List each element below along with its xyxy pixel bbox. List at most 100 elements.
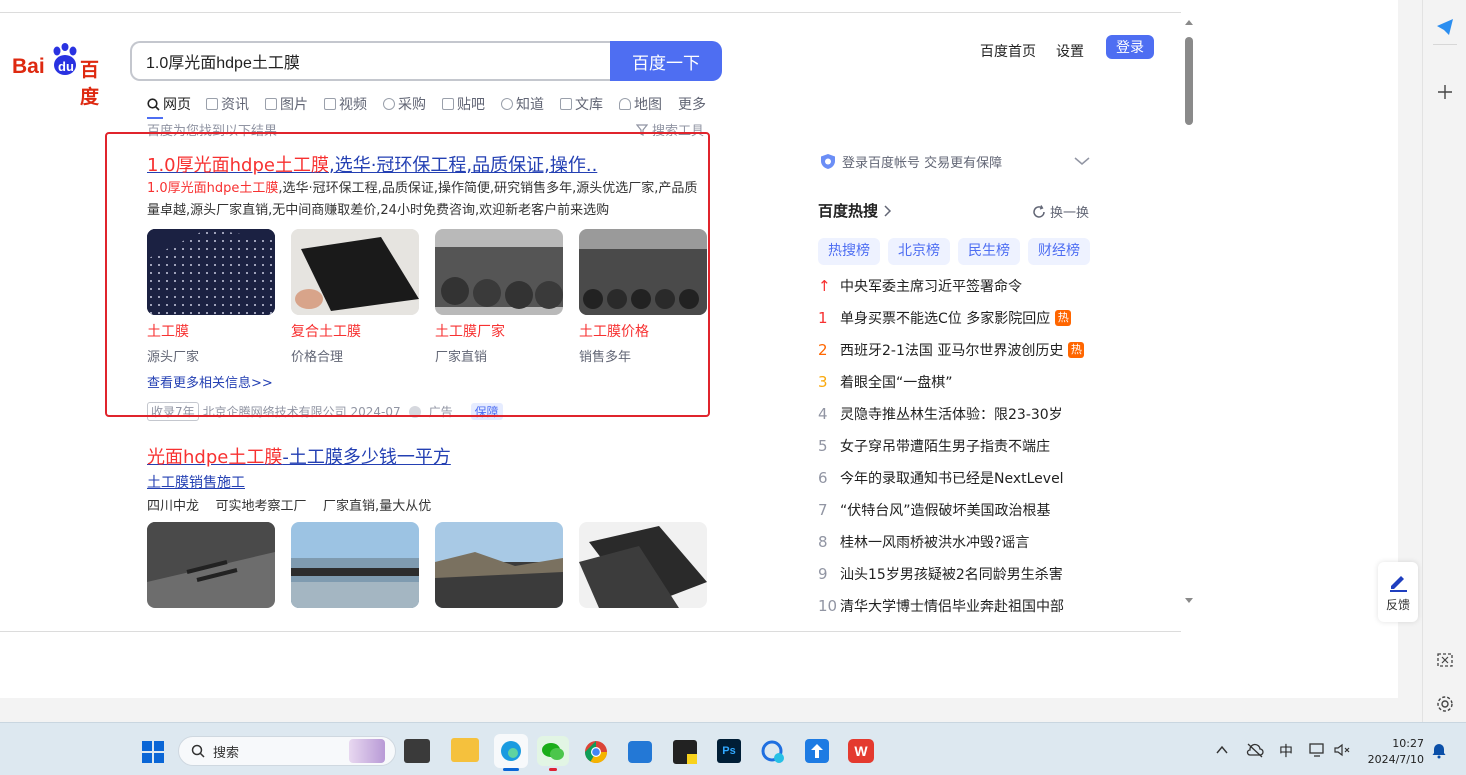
logo-text-right: 百度 bbox=[80, 60, 100, 108]
hot-search-item[interactable]: 5 女子穿吊带遭陌生男子指责不端庄 bbox=[818, 436, 1050, 456]
document-icon bbox=[560, 98, 572, 110]
sheet-samples-image bbox=[579, 522, 707, 608]
tab-label: 采购 bbox=[398, 97, 426, 113]
notes-icon-fold bbox=[687, 754, 697, 764]
home-link[interactable]: 百度首页 bbox=[980, 41, 1036, 61]
hot-text: 桂林一风雨桥被洪水冲毁?谣言 bbox=[840, 535, 1030, 551]
page-viewport: Bai du 百度 百度一下 百度首页 设置 登录 网页 资讯 图片 视频 采购… bbox=[0, 12, 1198, 632]
hot-tab-livelihood[interactable]: 民生榜 bbox=[958, 238, 1020, 265]
settings-link[interactable]: 设置 bbox=[1056, 41, 1084, 61]
wechat-logo bbox=[542, 743, 564, 760]
result-2-title[interactable]: 光面hdpe土工膜-土工膜多少钱一平方 bbox=[147, 443, 451, 469]
annotation-red-frame bbox=[105, 132, 710, 417]
hot-search-item[interactable]: 1 单身买票不能选C位 多家影院回应热 bbox=[818, 308, 1072, 328]
notification-indicator bbox=[549, 768, 557, 771]
tab-label: 更多 bbox=[678, 97, 706, 113]
hot-tab-finance[interactable]: 财经榜 bbox=[1028, 238, 1090, 265]
login-prompt-text: 登录百度帐号 交易更有保障 bbox=[842, 156, 1003, 171]
tab-zhidao[interactable]: 知道 bbox=[501, 94, 544, 114]
monitor-icon[interactable] bbox=[1308, 742, 1326, 758]
upload-app-icon[interactable] bbox=[805, 739, 829, 763]
tab-video[interactable]: 视频 bbox=[324, 94, 367, 114]
tab-news[interactable]: 资讯 bbox=[206, 94, 249, 114]
hot-tab-trending[interactable]: 热搜榜 bbox=[818, 238, 880, 265]
sidebar-divider bbox=[1433, 44, 1457, 45]
notification-bell-icon[interactable] bbox=[1432, 743, 1446, 759]
hot-search-item[interactable]: 2 西班牙2-1法国 亚马尔世界波创历史热 bbox=[818, 340, 1085, 360]
taskbar-search-label: 搜索 bbox=[213, 745, 240, 761]
result-2-tags: 四川中龙 可实地考察工厂 厂家直销,量大从优 bbox=[147, 499, 432, 514]
settings-gear-icon[interactable] bbox=[1436, 695, 1454, 713]
wechat-icon[interactable] bbox=[537, 736, 569, 766]
hot-search-item[interactable]: 4 灵隐寺推丛林生活体验：限23-30岁 bbox=[818, 404, 1063, 424]
hot-text: 单身买票不能选C位 多家影院回应 bbox=[840, 311, 1051, 327]
active-app-indicator bbox=[503, 768, 519, 771]
hot-search-item[interactable]: 3 着眼全国“一盘棋” bbox=[818, 372, 953, 392]
hot-search-item[interactable]: 7 “伏特台风”造假破坏美国政治根基 bbox=[818, 500, 1051, 520]
tab-wenku[interactable]: 文库 bbox=[560, 94, 603, 114]
scroll-down-arrow[interactable] bbox=[1185, 598, 1193, 603]
clock-date[interactable]: 2024/7/10 bbox=[1366, 753, 1424, 766]
tab-tieba[interactable]: 贴吧 bbox=[442, 94, 485, 114]
hot-tab-beijing[interactable]: 北京榜 bbox=[888, 238, 950, 265]
cloud-off-icon[interactable] bbox=[1246, 742, 1264, 758]
login-button[interactable]: 登录 bbox=[1106, 35, 1154, 59]
tab-map[interactable]: 地图 bbox=[619, 94, 662, 114]
wps-icon[interactable]: W bbox=[848, 739, 874, 763]
hot-rank: 7 bbox=[818, 501, 828, 519]
tab-images[interactable]: 图片 bbox=[265, 94, 308, 114]
taskbar-search[interactable]: 搜索 bbox=[178, 736, 396, 766]
hot-search-item[interactable]: 8 桂林一风雨桥被洪水冲毁?谣言 bbox=[818, 532, 1029, 552]
windows-start-icon[interactable] bbox=[141, 740, 165, 764]
chevron-down-icon[interactable] bbox=[1074, 156, 1090, 166]
tab-more[interactable]: 更多 bbox=[678, 94, 706, 114]
search-input[interactable] bbox=[130, 41, 612, 81]
result-2-image-2[interactable] bbox=[291, 522, 419, 608]
edge-browser-active[interactable] bbox=[494, 734, 528, 768]
result-2-image-1[interactable] bbox=[147, 522, 275, 608]
tieba-icon bbox=[442, 98, 454, 110]
store-icon[interactable] bbox=[628, 741, 652, 763]
hot-text: 今年的录取通知书已经是NextLevel bbox=[840, 471, 1064, 487]
feedback-button[interactable]: 反馈 bbox=[1378, 562, 1418, 622]
hot-rank: 3 bbox=[818, 373, 828, 391]
add-icon[interactable] bbox=[1437, 84, 1453, 100]
notes-icon[interactable] bbox=[673, 740, 697, 764]
hot-rank: 10 bbox=[818, 597, 838, 615]
hot-search-item[interactable]: 9 汕头15岁男孩疑被2名同龄男生杀害 bbox=[818, 564, 1063, 584]
hot-search-title[interactable]: 百度热搜 bbox=[818, 200, 892, 221]
file-explorer-icon[interactable] bbox=[451, 738, 479, 762]
result-2-image-4[interactable] bbox=[579, 522, 707, 608]
baidu-logo[interactable]: Bai du 百度 bbox=[12, 43, 116, 108]
refresh-button[interactable]: 换一换 bbox=[1032, 202, 1089, 221]
vertical-scrollbar[interactable] bbox=[1181, 12, 1198, 632]
tab-label: 文库 bbox=[575, 97, 603, 113]
hot-search-item[interactable]: 6 今年的录取通知书已经是NextLevel bbox=[818, 468, 1064, 488]
telegram-icon[interactable] bbox=[1436, 18, 1454, 36]
tab-purchase[interactable]: 采购 bbox=[383, 94, 426, 114]
login-prompt[interactable]: 登录百度帐号 交易更有保障 bbox=[820, 152, 1002, 171]
chevron-up-icon[interactable] bbox=[1216, 745, 1228, 755]
hot-search-item[interactable]: 10 清华大学博士情侣毕业奔赴祖国中部 bbox=[818, 596, 1064, 616]
chrome-icon[interactable] bbox=[584, 740, 608, 764]
purchase-icon bbox=[383, 98, 395, 110]
screenshot-icon[interactable] bbox=[1436, 651, 1454, 669]
scroll-up-arrow[interactable] bbox=[1185, 20, 1193, 25]
scrollbar-thumb[interactable] bbox=[1185, 37, 1193, 125]
active-tab-indicator bbox=[147, 117, 163, 119]
result-2-image-3[interactable] bbox=[435, 522, 563, 608]
tab-label: 贴吧 bbox=[457, 97, 485, 113]
tab-web[interactable]: 网页 bbox=[147, 94, 191, 114]
hot-rank: 9 bbox=[818, 565, 828, 583]
clock-time[interactable]: 10:27 bbox=[1388, 737, 1424, 750]
photoshop-icon[interactable]: Ps bbox=[717, 739, 741, 763]
result-2-sublink[interactable]: 土工膜销售施工 bbox=[147, 472, 245, 492]
search-button[interactable]: 百度一下 bbox=[610, 41, 722, 81]
ime-indicator[interactable]: 中 bbox=[1279, 741, 1293, 761]
chat-icon[interactable] bbox=[760, 739, 786, 765]
speaker-muted-icon[interactable] bbox=[1333, 742, 1351, 758]
hot-search-item[interactable]: ↑ 中央军委主席习近平签署命令 bbox=[818, 276, 1022, 296]
news-icon bbox=[206, 98, 218, 110]
image-icon bbox=[265, 98, 277, 110]
task-view-icon[interactable] bbox=[404, 739, 430, 763]
